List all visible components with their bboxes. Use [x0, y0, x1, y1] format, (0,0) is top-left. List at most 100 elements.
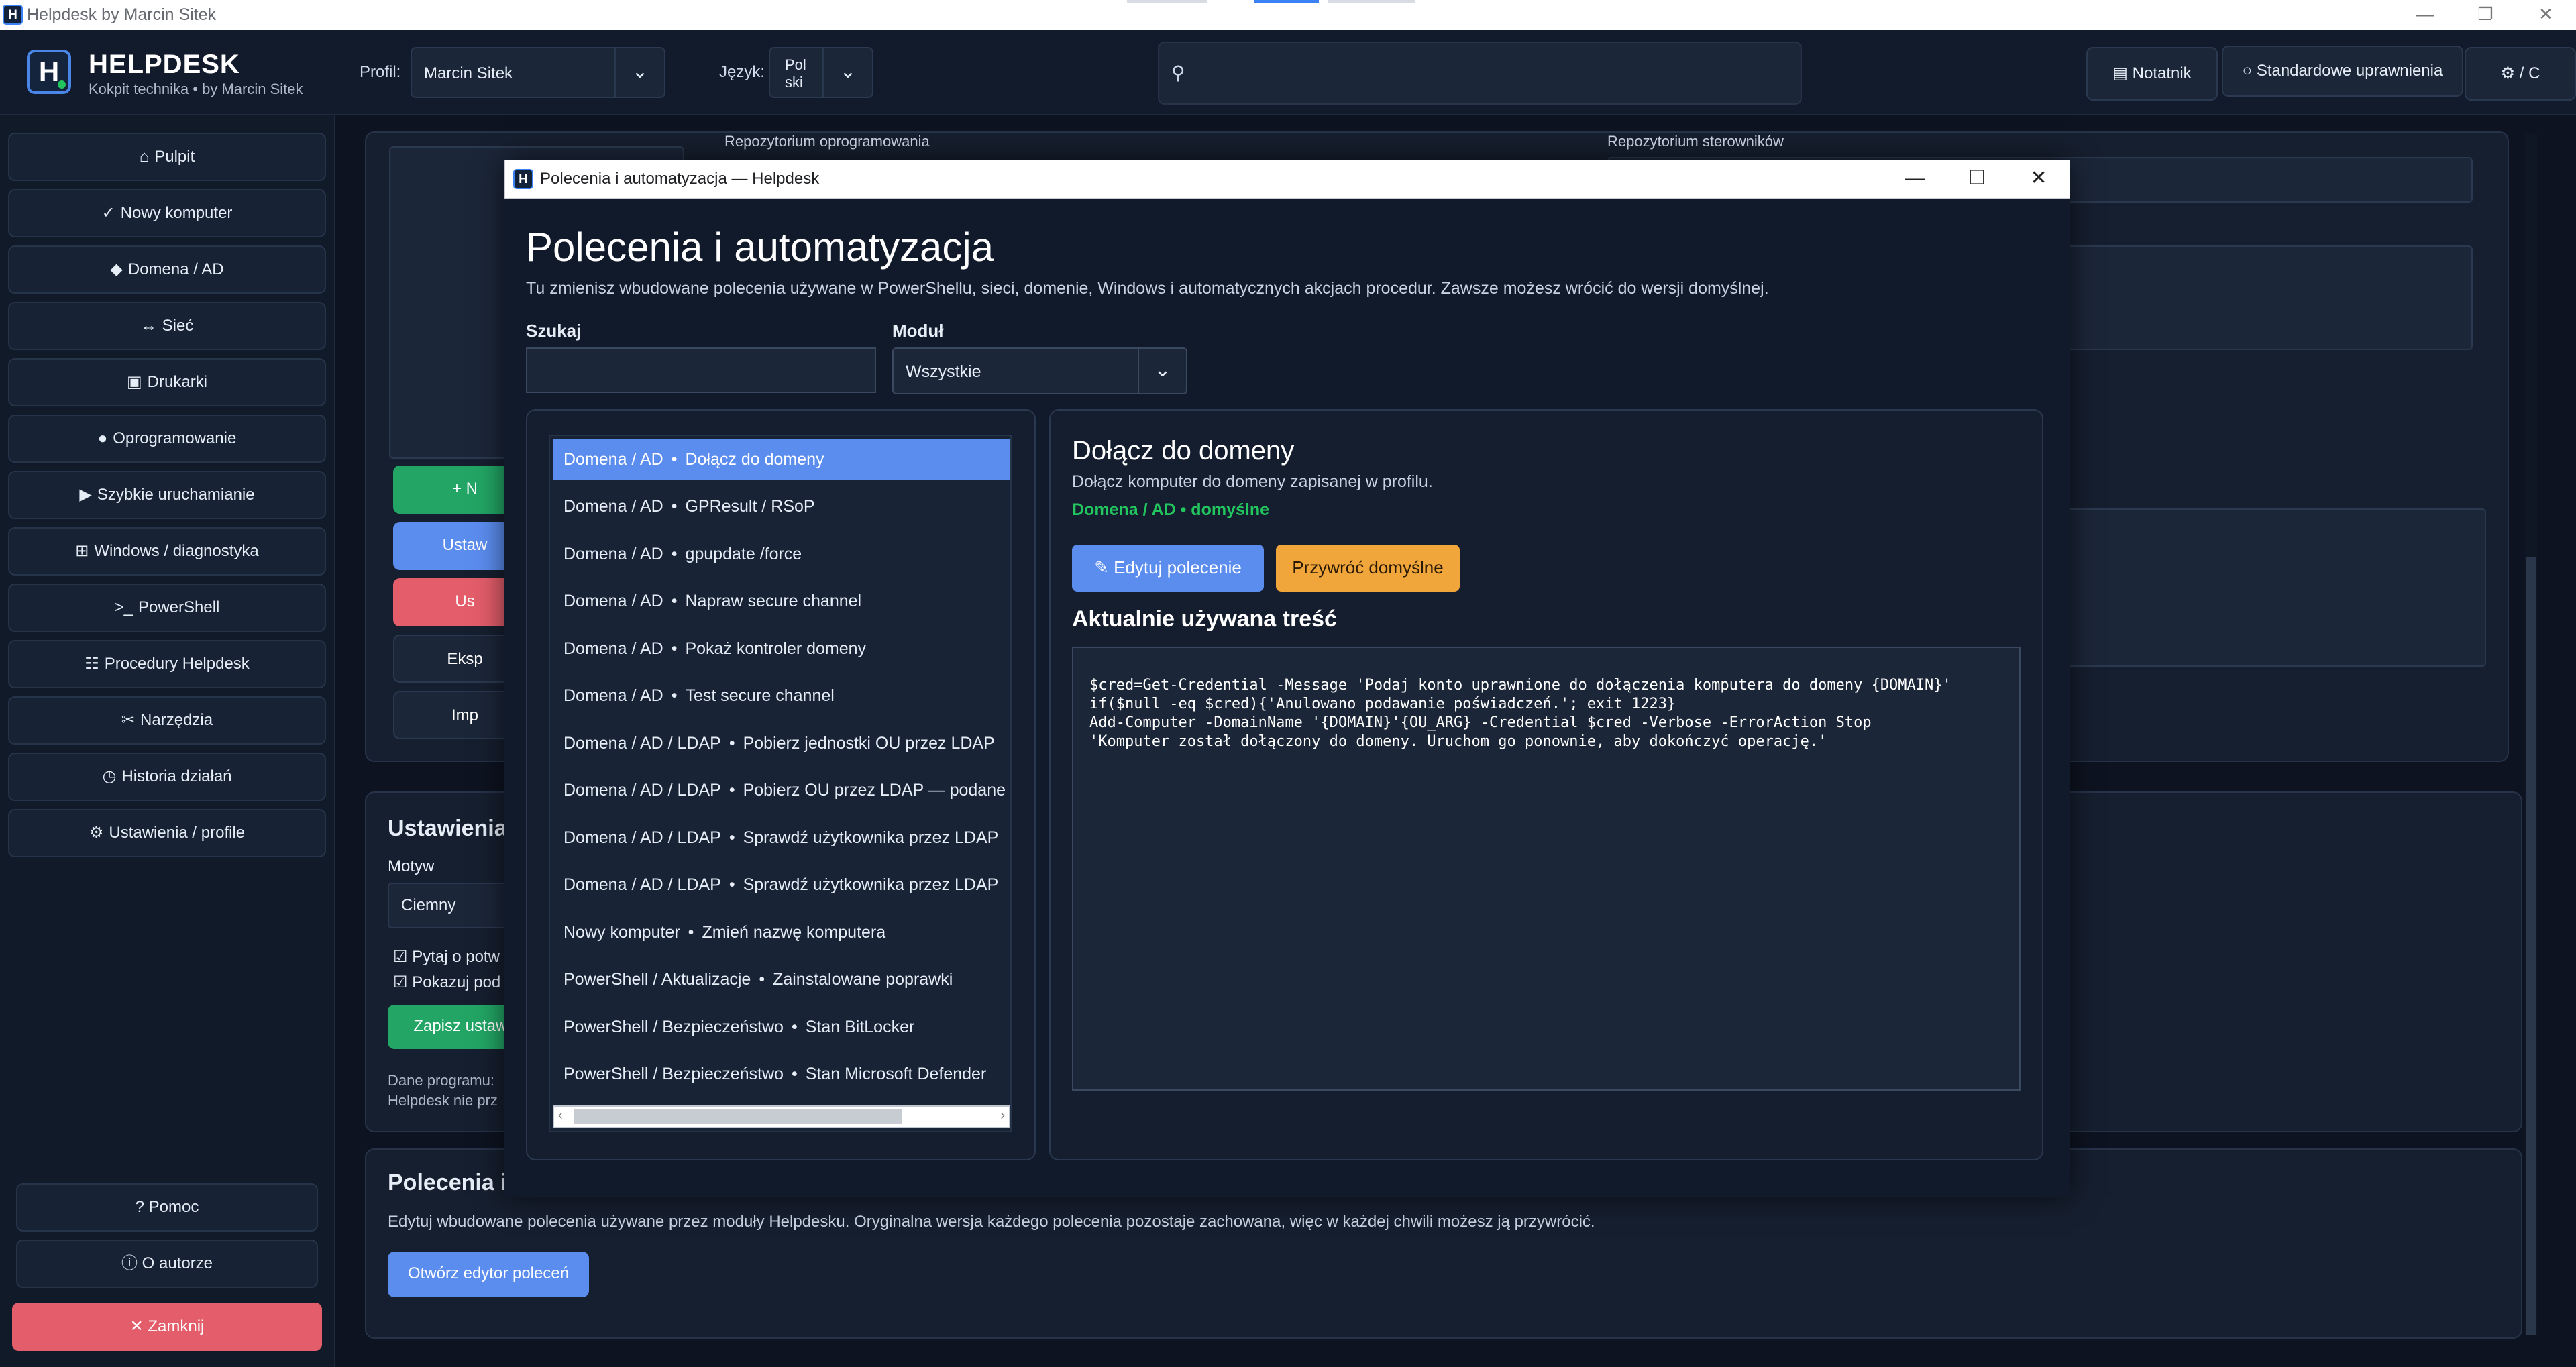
terminal-icon: >_ — [114, 598, 133, 616]
clock-icon: ◷ — [102, 767, 117, 785]
list-item[interactable]: Domena / AD • Dołącz do domeny — [553, 439, 1010, 480]
play-icon: ▶ — [79, 486, 92, 504]
sidebar-item-quick-launch[interactable]: ▶ Szybkie uruchamianie — [8, 471, 326, 519]
list-item[interactable]: Domena / AD • GPResult / RSoP — [553, 486, 1010, 527]
modal-minimize-button[interactable]: — — [1884, 160, 1946, 198]
scroll-left-icon[interactable]: ‹ — [558, 1108, 563, 1124]
language-label: Język: — [719, 63, 765, 81]
arrows-icon: ↔ — [140, 317, 157, 335]
command-meta: Domena / AD • domyślne — [1072, 500, 1269, 519]
sidebar-item-pulpit[interactable]: ⌂ Pulpit — [8, 133, 326, 181]
list-item[interactable]: Domena / AD • gpupdate /force — [553, 533, 1010, 575]
gear-icon: ⚙ — [89, 824, 104, 842]
notebook-icon: ▤ — [2112, 64, 2133, 83]
list-item[interactable]: Domena / AD / LDAP • Sprawdź użytkownika p… — [553, 817, 1010, 859]
theme-label: Motyw — [388, 857, 435, 875]
profile-label: Profil: — [360, 63, 401, 81]
repo-drivers-label: Repozytorium sterowników — [1607, 133, 1784, 150]
modal-titlebar: H Polecenia i automatyzacja — Helpdesk —… — [504, 160, 2070, 199]
list-item[interactable]: PowerShell / Bezpieczeństwo • Stan Microso… — [553, 1053, 1010, 1095]
list-horizontal-scrollbar[interactable]: ‹ › — [553, 1105, 1010, 1128]
close-button[interactable]: ✕ — [2516, 0, 2576, 30]
chevron-down-icon: ⌄ — [822, 48, 872, 97]
app-header: H HELPDESK Kokpit technika • by Marcin S… — [0, 30, 2576, 115]
command-code[interactable]: $cred=Get-Credential -Message 'Podaj kon… — [1072, 647, 2021, 1091]
module-select[interactable]: Wszystkie ⌄ — [892, 347, 1187, 394]
sidebar-item-powershell[interactable]: >_ PowerShell — [8, 584, 326, 632]
help-icon: ? — [135, 1198, 144, 1216]
windows-icon: ⊞ — [75, 542, 89, 560]
list-item[interactable]: Nowy komputer • Zmień nazwę komputera — [553, 912, 1010, 953]
search-icon: ⚲ — [1171, 62, 1185, 83]
list-item[interactable]: Domena / AD • Pokaż kontroler domeny — [553, 628, 1010, 669]
modal-heading: Polecenia i automatyzacja — [526, 225, 994, 270]
commands-title: Polecenia i — [388, 1170, 507, 1195]
sidebar-item-history[interactable]: ◷ Historia działań — [8, 753, 326, 801]
command-description: Dołącz komputer do domeny zapisanej w pr… — [1072, 472, 1433, 491]
checkbox-checked-icon: ☑ — [393, 973, 408, 991]
theme-button[interactable]: ⚙ / C — [2465, 47, 2576, 101]
sidebar-item-procedures[interactable]: ☷ Procedury Helpdesk — [8, 640, 326, 688]
edit-command-button[interactable]: ✎ Edytuj polecenie — [1072, 545, 1264, 592]
commands-description: Edytuj wbudowane polecenia używane przez… — [388, 1213, 1595, 1231]
list-item[interactable]: Domena / AD / LDAP • Pobierz jednostki OU … — [553, 722, 1010, 764]
circle-icon: ○ — [2242, 62, 2257, 80]
scroll-right-icon[interactable]: › — [1000, 1108, 1005, 1124]
list-item[interactable]: Domena / AD / LDAP • Pobierz OU przez LDAP… — [553, 769, 1010, 811]
main-scrollbar-thumb[interactable] — [2526, 557, 2536, 1335]
module-label: Moduł — [892, 321, 944, 341]
about-button[interactable]: ⓘ O autorze — [16, 1240, 318, 1288]
list-item[interactable]: Domena / AD • Napraw secure channel — [553, 580, 1010, 622]
exit-button[interactable]: ✕ Zamknij — [12, 1303, 322, 1351]
command-title: Dołącz do domeny — [1072, 436, 1295, 466]
scrollbar-thumb[interactable] — [574, 1109, 902, 1124]
restore-default-button[interactable]: Przywróć domyślne — [1276, 545, 1460, 592]
command-search-input[interactable] — [526, 347, 876, 393]
search-label: Szukaj — [526, 321, 582, 341]
language-select[interactable]: Pol ski ⌄ — [769, 47, 873, 98]
taskbar-mark — [1328, 0, 1415, 3]
sidebar-item-network[interactable]: ↔ Sieć — [8, 302, 326, 350]
profile-value: Marcin Sitek — [424, 64, 513, 83]
command-list[interactable]: Domena / AD • Dołącz do domeny Domena / AD… — [549, 435, 1012, 1132]
sidebar-item-new-computer[interactable]: ✓ Nowy komputer — [8, 189, 326, 237]
list-item[interactable]: Domena / AD / LDAP • Sprawdź użytkownika p… — [553, 864, 1010, 906]
chevron-down-icon: ⌄ — [614, 48, 664, 97]
diamond-icon: ◆ — [110, 260, 123, 278]
repo-software-label: Repozytorium oprogramowania — [724, 133, 930, 150]
sidebar-item-software[interactable]: ● Oprogramowanie — [8, 415, 326, 463]
minimize-button[interactable]: — — [2395, 0, 2455, 30]
sidebar-item-domain[interactable]: ◆ Domena / AD — [8, 245, 326, 294]
close-icon: ✕ — [129, 1317, 144, 1335]
main-scrollbar[interactable] — [2525, 134, 2537, 1335]
list-item[interactable]: Domena / AD • Test secure channel — [553, 675, 1010, 716]
command-detail-panel: Dołącz do domeny Dołącz komputer do dome… — [1049, 409, 2043, 1160]
sidebar-item-printers[interactable]: ▣ Drukarki — [8, 358, 326, 406]
taskbar-mark-active — [1254, 0, 1319, 3]
notebook-button[interactable]: ▤ Notatnik — [2086, 47, 2218, 101]
profile-select[interactable]: Marcin Sitek ⌄ — [411, 47, 665, 98]
chevron-down-icon: ⌄ — [1138, 349, 1186, 393]
maximize-button[interactable]: ❐ — [2455, 0, 2516, 30]
sidebar-item-tools[interactable]: ✂ Narzędzia — [8, 696, 326, 745]
modal-window-title: Polecenia i automatyzacja — Helpdesk — [540, 170, 820, 188]
permissions-button[interactable]: ○ Standardowe uprawnienia — [2222, 46, 2463, 97]
info-icon: ⓘ — [121, 1254, 138, 1272]
brand-subtitle: Kokpit technika • by Marcin Sitek — [89, 80, 303, 97]
list-item[interactable]: PowerShell / Aktualizacje • Zainstalowane … — [553, 959, 1010, 1000]
check-icon: ✓ — [101, 204, 115, 222]
language-value: Pol ski — [785, 56, 806, 91]
gear-icon: ⚙ — [2500, 64, 2520, 83]
modal-close-button[interactable]: ✕ — [2008, 160, 2070, 198]
modal-maximize-button[interactable]: ☐ — [1946, 160, 2008, 198]
help-button[interactable]: ? Pomoc — [16, 1183, 318, 1232]
sidebar-item-windows[interactable]: ⊞ Windows / diagnostyka — [8, 527, 326, 576]
sidebar-item-settings[interactable]: ⚙ Ustawienia / profile — [8, 809, 326, 857]
list-item[interactable]: PowerShell / Bezpieczeństwo • Stan BitLock… — [553, 1006, 1010, 1048]
taskbar-mark — [1127, 0, 1208, 3]
commands-editor-window: H Polecenia i automatyzacja — Helpdesk —… — [504, 160, 2070, 1197]
dot-icon: ● — [97, 429, 108, 447]
global-search-input[interactable]: ⚲ — [1158, 42, 1802, 105]
content-heading: Aktualnie używana treść — [1072, 606, 1337, 632]
open-editor-button[interactable]: Otwórz edytor poleceń — [388, 1252, 589, 1297]
